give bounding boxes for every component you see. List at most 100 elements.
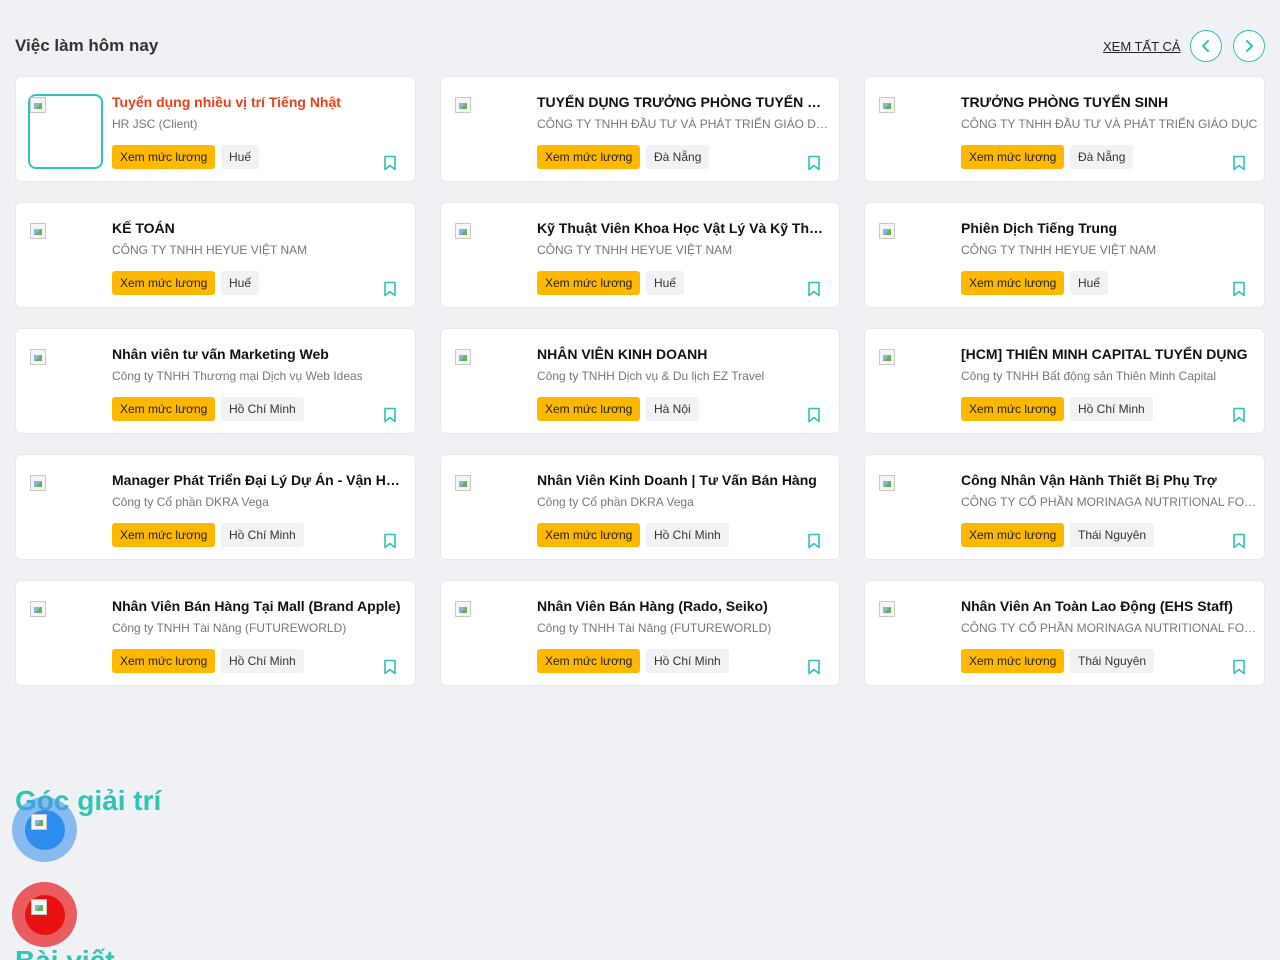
salary-tag[interactable]: Xem mức lương [961,145,1065,169]
job-title[interactable]: Manager Phát Triển Đại Lý Dự Án - Vận Hà… [112,472,403,488]
floating-chat-button[interactable] [12,797,77,862]
company-logo[interactable] [455,601,515,661]
bookmark-icon[interactable] [383,155,397,171]
job-card[interactable]: NHÂN VIÊN KINH DOANH Công ty TNHH Dịch v… [440,328,840,434]
company-logo[interactable] [30,97,90,157]
job-title[interactable]: Nhân Viên Kinh Doanh | Tư Vấn Bán Hàng [537,472,827,488]
salary-tag[interactable]: Xem mức lương [112,271,216,295]
company-name[interactable]: CÔNG TY TNHH HEYUE VIỆT NAM [961,243,1258,257]
job-card[interactable]: Nhân viên tư vấn Marketing Web Công ty T… [15,328,416,434]
company-logo[interactable] [455,223,515,283]
bookmark-icon[interactable] [1232,407,1246,423]
company-name[interactable]: HR JSC (Client) [112,117,409,131]
bookmark-icon[interactable] [807,281,821,297]
company-logo[interactable] [30,349,90,409]
job-title[interactable]: Nhân Viên An Toàn Lao Động (EHS Staff) [961,598,1252,614]
bookmark-icon[interactable] [383,659,397,675]
job-card[interactable]: KẾ TOÁN CÔNG TY TNHH HEYUE VIỆT NAM Xem … [15,202,416,308]
section-title: Việc làm hôm nay [15,36,159,55]
bookmark-icon[interactable] [1232,659,1246,675]
salary-tag[interactable]: Xem mức lương [537,397,641,421]
bookmark-icon[interactable] [807,533,821,549]
company-name[interactable]: CÔNG TY CỔ PHẦN MORINAGA NUTRITIONAL FOO… [961,621,1258,635]
company-logo[interactable] [455,97,515,157]
floating-call-button[interactable] [12,882,77,947]
job-card[interactable]: Kỹ Thuật Viên Khoa Học Vật Lý Và Kỹ Thuậ… [440,202,840,308]
bookmark-icon[interactable] [1232,281,1246,297]
company-name[interactable]: CÔNG TY TNHH ĐẦU TƯ VÀ PHÁT TRIỂN GIÁO D… [961,117,1258,131]
job-title[interactable]: Nhân Viên Bán Hàng (Rado, Seiko) [537,598,827,614]
company-name[interactable]: CÔNG TY TNHH HEYUE VIỆT NAM [112,243,409,257]
job-title[interactable]: Nhân Viên Bán Hàng Tại Mall (Brand Apple… [112,598,403,614]
salary-tag[interactable]: Xem mức lương [537,271,641,295]
job-title[interactable]: TUYỂN DỤNG TRƯỞNG PHÒNG TUYỂN SINH [537,94,827,110]
company-logo[interactable] [879,223,939,283]
job-card[interactable]: Công Nhân Vận Hành Thiết Bị Phụ Trợ CÔNG… [864,454,1265,560]
company-name[interactable]: Công ty TNHH Tài Năng (FUTUREWORLD) [537,621,833,635]
company-logo[interactable] [879,601,939,661]
salary-tag[interactable]: Xem mức lương [961,523,1065,547]
company-name[interactable]: CÔNG TY TNHH HEYUE VIỆT NAM [537,243,833,257]
company-name[interactable]: CÔNG TY CỔ PHẦN MORINAGA NUTRITIONAL FOO… [961,495,1258,509]
company-logo[interactable] [30,475,90,535]
job-card[interactable]: TUYỂN DỤNG TRƯỞNG PHÒNG TUYỂN SINH CÔNG … [440,76,840,182]
next-button[interactable] [1233,30,1265,62]
job-title[interactable]: Nhân viên tư vấn Marketing Web [112,346,403,362]
location-tag: Huế [221,271,260,295]
bookmark-icon[interactable] [383,407,397,423]
bookmark-icon[interactable] [1232,533,1246,549]
company-name[interactable]: Công ty TNHH Bất động sản Thiên Minh Cap… [961,369,1258,383]
job-title[interactable]: KẾ TOÁN [112,220,403,236]
see-all-link[interactable]: XEM TẤT CẢ [1103,39,1181,54]
job-title[interactable]: [HCM] THIÊN MINH CAPITAL TUYỂN DỤNG [961,346,1252,362]
salary-tag[interactable]: Xem mức lương [112,523,216,547]
company-logo[interactable] [455,475,515,535]
company-logo[interactable] [879,475,939,535]
job-title[interactable]: Kỹ Thuật Viên Khoa Học Vật Lý Và Kỹ Thuậ… [537,220,827,236]
salary-tag[interactable]: Xem mức lương [537,649,641,673]
bookmark-icon[interactable] [807,407,821,423]
salary-tag[interactable]: Xem mức lương [537,145,641,169]
salary-tag[interactable]: Xem mức lương [961,397,1065,421]
company-name[interactable]: Công ty Cổ phần DKRA Vega [112,495,409,509]
salary-tag[interactable]: Xem mức lương [112,397,216,421]
bookmark-icon[interactable] [383,533,397,549]
company-name[interactable]: Công ty Cổ phần DKRA Vega [537,495,833,509]
salary-tag[interactable]: Xem mức lương [961,271,1065,295]
job-card[interactable]: Nhân Viên Bán Hàng Tại Mall (Brand Apple… [15,580,416,686]
job-card[interactable]: [HCM] THIÊN MINH CAPITAL TUYỂN DỤNG Công… [864,328,1265,434]
bookmark-icon[interactable] [383,281,397,297]
job-card[interactable]: Phiên Dịch Tiếng Trung CÔNG TY TNHH HEYU… [864,202,1265,308]
job-card[interactable]: Nhân Viên Bán Hàng (Rado, Seiko) Công ty… [440,580,840,686]
job-title[interactable]: Phiên Dịch Tiếng Trung [961,220,1252,236]
job-title[interactable]: Tuyển dụng nhiều vị trí Tiếng Nhật [112,94,403,110]
salary-tag[interactable]: Xem mức lương [961,649,1065,673]
company-name[interactable]: Công ty TNHH Dịch vụ & Du lịch EZ Travel [537,369,833,383]
job-card[interactable]: Nhân Viên An Toàn Lao Động (EHS Staff) C… [864,580,1265,686]
chevron-right-icon [1246,40,1253,52]
bookmark-icon[interactable] [807,659,821,675]
bookmark-icon[interactable] [1232,155,1246,171]
location-tag: Hồ Chí Minh [221,397,304,421]
job-title[interactable]: TRƯỞNG PHÒNG TUYỂN SINH [961,94,1252,110]
company-name[interactable]: Công ty TNHH Tài Năng (FUTUREWORLD) [112,621,409,635]
company-name[interactable]: CÔNG TY TNHH ĐẦU TƯ VÀ PHÁT TRIỂN GIÁO D… [537,117,833,131]
job-card[interactable]: Tuyển dụng nhiều vị trí Tiếng Nhật HR JS… [15,76,416,182]
salary-tag[interactable]: Xem mức lương [537,523,641,547]
job-card[interactable]: TRƯỞNG PHÒNG TUYỂN SINH CÔNG TY TNHH ĐẦU… [864,76,1265,182]
company-logo[interactable] [455,349,515,409]
company-logo[interactable] [879,349,939,409]
prev-button[interactable] [1190,30,1222,62]
salary-tag[interactable]: Xem mức lương [112,649,216,673]
company-logo[interactable] [879,97,939,157]
job-card[interactable]: Manager Phát Triển Đại Lý Dự Án - Vận Hà… [15,454,416,560]
bookmark-icon[interactable] [807,155,821,171]
job-title[interactable]: NHÂN VIÊN KINH DOANH [537,346,827,362]
job-card[interactable]: Nhân Viên Kinh Doanh | Tư Vấn Bán Hàng C… [440,454,840,560]
location-tag: Hồ Chí Minh [646,523,729,547]
job-title[interactable]: Công Nhân Vận Hành Thiết Bị Phụ Trợ [961,472,1252,488]
company-logo[interactable] [30,223,90,283]
company-name[interactable]: Công ty TNHH Thương mại Dịch vụ Web Idea… [112,369,409,383]
salary-tag[interactable]: Xem mức lương [112,145,216,169]
company-logo[interactable] [30,601,90,661]
